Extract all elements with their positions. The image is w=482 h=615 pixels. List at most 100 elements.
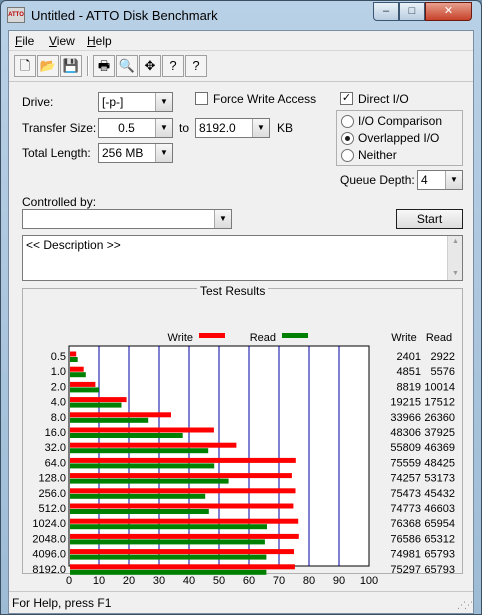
category-label: 1.0	[51, 366, 66, 378]
read-bar	[70, 357, 78, 362]
status-text: For Help, press F1	[12, 596, 112, 610]
transfer-size-from-select[interactable]: 0.5 ▼	[98, 118, 173, 138]
client-area: File View Help 🗋 📂 💾 🖶 🔍 ✥?? Drive: [-p-] ▼ F…	[8, 30, 474, 614]
io-comparison-label: I/O Comparison	[358, 114, 443, 128]
write-column-header: Write	[391, 332, 416, 344]
category-label: 0.5	[51, 351, 66, 363]
transfer-to-value: 8192.0	[199, 121, 236, 135]
test-results-title: Test Results	[197, 284, 269, 298]
x-tick-label: 30	[153, 575, 165, 587]
io-comparison-radio[interactable]	[341, 115, 354, 128]
write-bar	[70, 427, 214, 433]
write-value: 33966	[390, 412, 421, 424]
transfer-size-label: Transfer Size:	[22, 121, 97, 135]
category-label: 2.0	[51, 381, 66, 393]
read-bar	[70, 478, 229, 484]
read-value: 46369	[424, 442, 455, 454]
queue-depth-dropdown-arrow-icon[interactable]: ▼	[445, 171, 462, 189]
write-value: 48306	[390, 427, 421, 439]
to-label: to	[179, 121, 190, 135]
resize-grip-icon[interactable]: ⋰⋰	[457, 600, 473, 611]
close-button[interactable]: ✕	[425, 2, 472, 21]
read-value: 10014	[424, 381, 455, 393]
maximize-button[interactable]: □	[399, 2, 425, 21]
direct-io-checkbox[interactable]: ✓	[340, 92, 353, 105]
read-value: 2922	[431, 351, 455, 363]
legend-label-write: Write	[168, 332, 193, 344]
menu-view[interactable]: View	[49, 34, 75, 48]
read-value: 53173	[424, 473, 455, 485]
write-bar	[70, 488, 296, 494]
print-icon[interactable]: 🖶	[93, 55, 115, 77]
write-value: 76586	[390, 533, 421, 545]
read-value: 17512	[424, 397, 455, 409]
minimize-button[interactable]: –	[373, 2, 399, 21]
write-bar	[70, 412, 171, 418]
x-tick-label: 0	[66, 575, 72, 587]
menu-file[interactable]: File	[15, 34, 34, 48]
read-value: 65312	[424, 533, 455, 545]
scroll-up-arrow-icon[interactable]: ▲	[448, 236, 463, 248]
toolbar: 🗋 📂 💾 🖶 🔍 ✥??	[9, 52, 473, 82]
x-tick-label: 10	[93, 575, 105, 587]
new-document-icon[interactable]: 🗋	[14, 55, 36, 77]
x-tick-label: 70	[273, 575, 285, 587]
overlapped-io-radio[interactable]	[341, 132, 354, 145]
write-value: 8819	[397, 381, 421, 393]
category-label: 8.0	[51, 412, 66, 424]
print-preview-icon[interactable]: 🔍	[116, 55, 138, 77]
write-bar	[70, 457, 296, 463]
context-help-icon[interactable]: ?	[185, 55, 207, 77]
write-bar	[70, 564, 295, 570]
total-length-dropdown-arrow-icon[interactable]: ▼	[155, 144, 172, 162]
description-box[interactable]: << Description >> ▲ ▼	[22, 235, 463, 281]
toolbar-separator	[87, 56, 89, 76]
help-icon[interactable]: ?	[162, 55, 184, 77]
total-length-label: Total Length:	[22, 146, 91, 160]
x-tick-label: 60	[243, 575, 255, 587]
start-button[interactable]: Start	[396, 209, 463, 229]
legend-swatch-read	[282, 333, 308, 338]
description-scrollbar[interactable]: ▲ ▼	[447, 236, 462, 280]
write-bar	[70, 533, 299, 539]
transfer-to-dropdown-arrow-icon[interactable]: ▼	[252, 119, 269, 137]
queue-depth-label: Queue Depth:	[340, 173, 415, 187]
transfer-from-value: 0.5	[118, 121, 135, 135]
write-value: 74257	[390, 473, 421, 485]
write-bar	[70, 381, 96, 387]
title-bar[interactable]: ATTO Untitled - ATTO Disk Benchmark – □ …	[1, 1, 481, 29]
read-value: 65793	[424, 549, 455, 561]
read-bar	[70, 448, 209, 454]
force-write-checkbox[interactable]	[195, 92, 208, 105]
read-value: 65793	[424, 564, 455, 576]
drive-select[interactable]: [-p-] ▼	[98, 92, 173, 112]
controlled-by-dropdown-arrow-icon[interactable]: ▼	[214, 210, 231, 228]
x-tick-label: 40	[183, 575, 195, 587]
write-value: 75559	[390, 457, 421, 469]
open-folder-icon[interactable]: 📂	[37, 55, 59, 77]
neither-radio[interactable]	[341, 149, 354, 162]
total-length-select[interactable]: 256 MB ▼	[98, 143, 173, 163]
neither-label: Neither	[358, 148, 397, 162]
read-value: 65954	[424, 518, 455, 530]
drive-value: [-p-]	[102, 95, 124, 109]
menu-help[interactable]: Help	[87, 34, 112, 48]
category-label: 1024.0	[32, 518, 66, 530]
save-disk-icon[interactable]: 💾	[60, 55, 82, 77]
legend-label-read: Read	[250, 332, 276, 344]
write-bar	[70, 518, 299, 524]
read-bar	[70, 417, 149, 423]
transfer-size-to-select[interactable]: 8192.0 ▼	[195, 118, 270, 138]
scroll-down-arrow-icon[interactable]: ▼	[448, 268, 463, 280]
category-label: 64.0	[45, 457, 66, 469]
drive-dropdown-arrow-icon[interactable]: ▼	[155, 93, 172, 111]
controlled-by-select[interactable]: ▼	[22, 209, 232, 229]
move-arrows-icon[interactable]: ✥	[139, 55, 161, 77]
category-label: 512.0	[38, 503, 66, 515]
transfer-from-dropdown-arrow-icon[interactable]: ▼	[155, 119, 172, 137]
read-bar	[70, 524, 267, 530]
read-bar	[70, 433, 183, 438]
category-label: 32.0	[45, 442, 66, 454]
queue-depth-select[interactable]: 4 ▼	[417, 170, 463, 190]
write-bar	[70, 473, 292, 479]
